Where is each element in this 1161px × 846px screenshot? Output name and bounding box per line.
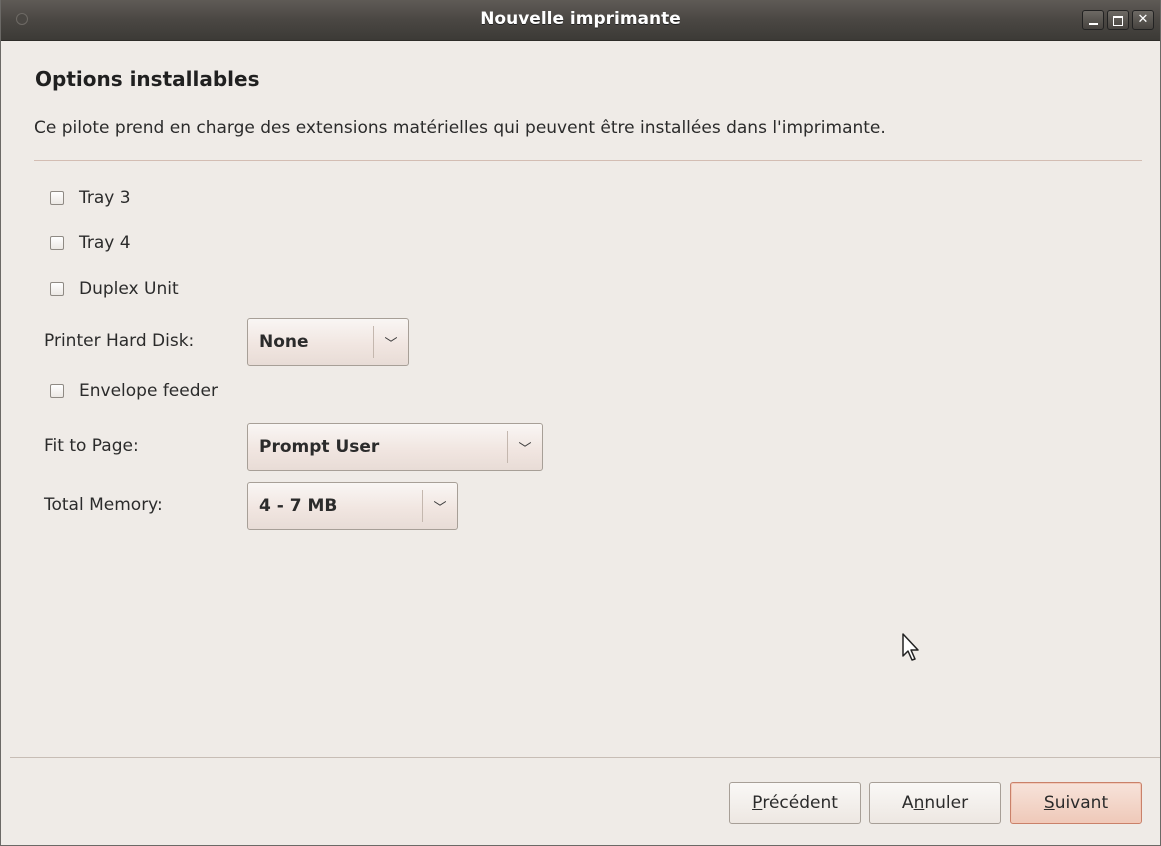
total-memory-select[interactable]: 4 - 7 MB ﹀ xyxy=(247,482,458,530)
minimize-button[interactable] xyxy=(1082,10,1104,30)
cancel-mnemonic: n xyxy=(913,793,925,813)
next-label: uivant xyxy=(1054,793,1109,813)
chevron-down-icon: ﹀ xyxy=(518,441,532,457)
fit-to-page-label: Fit to Page: xyxy=(44,436,139,456)
fit-to-page-value: Prompt User xyxy=(259,437,380,457)
fit-to-page-select[interactable]: Prompt User ﹀ xyxy=(247,423,543,471)
chevron-down-icon: ﹀ xyxy=(433,500,447,516)
tray4-option[interactable]: Tray 4 xyxy=(50,233,131,253)
cancel-label: nuler xyxy=(924,793,969,813)
chevron-down-icon: ﹀ xyxy=(384,336,398,352)
tray3-label: Tray 3 xyxy=(79,188,131,208)
hard-disk-select[interactable]: None ﹀ xyxy=(247,318,409,366)
cancel-label-start: A xyxy=(901,793,914,813)
previous-label: récédent xyxy=(762,793,838,813)
duplex-option[interactable]: Duplex Unit xyxy=(50,279,179,299)
mouse-pointer-icon xyxy=(902,633,919,661)
previous-button[interactable]: Précédent xyxy=(729,782,861,824)
title-bar[interactable]: Nouvelle imprimante ✕ xyxy=(1,0,1160,41)
tray4-label: Tray 4 xyxy=(79,233,131,253)
hard-disk-value: None xyxy=(259,332,309,352)
total-memory-label: Total Memory: xyxy=(44,495,163,515)
dialog-window: Nouvelle imprimante ✕ Options installabl… xyxy=(0,0,1161,846)
hard-disk-label: Printer Hard Disk: xyxy=(44,331,195,351)
maximize-icon xyxy=(1113,16,1123,26)
close-icon: ✕ xyxy=(1137,12,1149,27)
next-mnemonic: S xyxy=(1043,793,1055,813)
minimize-icon xyxy=(1088,23,1098,25)
tray3-option[interactable]: Tray 3 xyxy=(50,188,131,208)
envelope-option[interactable]: Envelope feeder xyxy=(50,381,218,401)
page-title: Options installables xyxy=(35,67,260,91)
maximize-button[interactable] xyxy=(1107,10,1129,30)
duplex-checkbox[interactable] xyxy=(50,282,64,296)
next-button[interactable]: Suivant xyxy=(1010,782,1142,824)
window-title: Nouvelle imprimante xyxy=(480,9,681,29)
envelope-label: Envelope feeder xyxy=(79,381,218,401)
tray3-checkbox[interactable] xyxy=(50,191,64,205)
duplex-label: Duplex Unit xyxy=(79,279,179,299)
total-memory-value: 4 - 7 MB xyxy=(259,496,338,516)
divider xyxy=(34,160,1142,161)
close-button[interactable]: ✕ xyxy=(1132,10,1154,30)
cancel-button[interactable]: An nuler xyxy=(869,782,1001,824)
tray4-checkbox[interactable] xyxy=(50,236,64,250)
envelope-checkbox[interactable] xyxy=(50,384,64,398)
window-controls: ✕ xyxy=(1082,10,1154,30)
page-description: Ce pilote prend en charge des extensions… xyxy=(34,118,886,138)
previous-mnemonic: P xyxy=(752,793,763,813)
